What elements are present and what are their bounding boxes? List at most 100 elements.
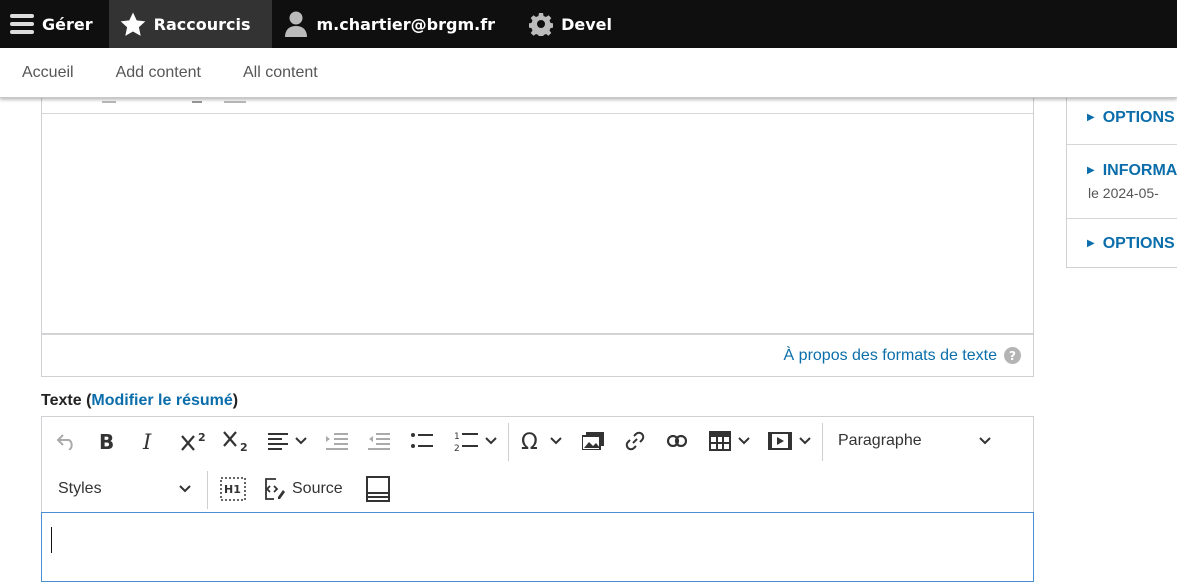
heading-id-button[interactable]: H1 [218, 473, 248, 505]
triangle-right-icon: ▶ [1087, 112, 1095, 123]
chevron-down-icon [799, 437, 811, 445]
entity-link-button[interactable] [662, 425, 692, 457]
superscript-button[interactable]: 2 [176, 425, 210, 457]
numbered-list-dropdown[interactable]: 12 [448, 425, 504, 457]
toolbar-separator [207, 471, 208, 509]
sidebar-item-label: OPTIONS [1102, 235, 1175, 252]
italic-icon: I [142, 431, 152, 451]
text-formats-link[interactable]: À propos des formats de texte [784, 347, 997, 365]
styles-dropdown-value: Styles [58, 480, 102, 497]
table-dropdown[interactable] [704, 425, 756, 457]
toolbar-remnant [224, 101, 246, 105]
sidebar-item-title[interactable]: ▶ OPTIONS [1087, 109, 1175, 127]
sidebar-item-subtitle: le 2024-05- [1088, 185, 1159, 201]
link-icon [625, 431, 645, 451]
numbered-list-icon: 12 [454, 432, 478, 452]
shortcuts-button[interactable]: Raccourcis [108, 0, 273, 48]
heading-dropdown-value: Paragraphe [838, 432, 922, 449]
heading-dropdown[interactable]: Paragraphe [838, 425, 992, 457]
toolbar-separator [822, 423, 823, 461]
triangle-right-icon: ▶ [1087, 238, 1095, 249]
indent-icon [326, 433, 348, 450]
svg-text:H1: H1 [224, 483, 241, 496]
toolbar-remnant [102, 101, 116, 105]
toolbar-remnant [192, 101, 202, 105]
tray-link-all-content[interactable]: All content [222, 64, 339, 82]
superscript-icon: 2 [181, 431, 206, 451]
outdent-icon [368, 433, 390, 450]
outdent-button[interactable] [364, 425, 394, 457]
indent-button[interactable] [322, 425, 352, 457]
undo-icon [56, 434, 73, 450]
paren-close: ) [232, 392, 239, 409]
shortcuts-label: Raccourcis [153, 14, 251, 34]
svg-text:2: 2 [198, 431, 206, 444]
source-code-icon [265, 478, 285, 500]
special-characters-dropdown[interactable]: Ω [518, 425, 566, 457]
chevron-down-icon [295, 437, 307, 445]
chevron-down-icon [179, 485, 191, 493]
triangle-right-icon: ▶ [1087, 165, 1095, 176]
bold-button[interactable]: B [92, 425, 122, 457]
field-label-text: Texte [41, 392, 82, 409]
sidebar-item-title[interactable]: ▶ OPTIONS [1087, 235, 1175, 253]
media-embed-dropdown[interactable] [764, 425, 816, 457]
svg-text:1: 1 [454, 432, 460, 442]
toolbar-separator [508, 423, 509, 461]
sidebar-item-title[interactable]: ▶ INFORMA [1087, 162, 1177, 180]
divider [42, 113, 1033, 114]
bulleted-list-button[interactable] [406, 425, 438, 457]
bulleted-list-icon [411, 433, 433, 448]
manage-menu-button[interactable]: Gérer [0, 0, 109, 48]
devel-menu-button[interactable]: Devel [515, 0, 628, 48]
sidebar-item-label: OPTIONS [1102, 109, 1175, 126]
help-icon[interactable]: ? [1004, 347, 1021, 364]
chevron-down-icon [550, 437, 562, 445]
subscript-button[interactable]: 2 [218, 425, 252, 457]
omega-icon: Ω [521, 430, 538, 452]
chevron-down-icon [979, 437, 991, 445]
previous-editor-area[interactable] [41, 78, 1034, 334]
main-content: À propos des formats de texte ? Texte (M… [0, 78, 1177, 582]
styles-dropdown[interactable]: Styles [58, 473, 192, 505]
bold-icon: B [99, 431, 114, 451]
body-field-label: Texte (Modifier le résumé) [41, 392, 238, 410]
sidebar-item-label: INFORMA [1102, 162, 1177, 179]
link-button[interactable] [620, 425, 650, 457]
chain-link-icon [667, 435, 687, 447]
show-blocks-icon [366, 476, 390, 502]
source-label: Source [292, 480, 343, 497]
sidebar-item-information[interactable]: ▶ INFORMA le 2024-05- [1067, 144, 1177, 218]
media-library-button[interactable] [578, 425, 608, 457]
show-blocks-button[interactable] [362, 473, 394, 505]
admin-toolbar: Gérer Raccourcis m.chartier@brgm.fr Deve… [0, 0, 1177, 48]
node-sidebar: ▶ OPTIONS ▶ INFORMA le 2024-05- ▶ OPTIONS [1066, 78, 1177, 268]
tray-link-home[interactable]: Accueil [0, 64, 95, 82]
editor-toolbar: B I 2 2 12 Ω Paragraphe Styles H1 Source [41, 416, 1034, 512]
subscript-icon: 2 [223, 431, 248, 453]
edit-summary-link[interactable]: Modifier le résumé [91, 392, 232, 409]
chevron-down-icon [738, 437, 750, 445]
source-button[interactable]: Source [262, 473, 346, 505]
undo-button[interactable] [52, 425, 82, 457]
manage-label: Gérer [42, 14, 93, 34]
text-caret [51, 527, 52, 553]
star-icon [120, 12, 145, 36]
chevron-down-icon [485, 437, 497, 445]
user-icon [285, 11, 308, 37]
user-menu-button[interactable]: m.chartier@brgm.fr [272, 0, 515, 48]
gear-icon [529, 13, 554, 36]
devel-label: Devel [561, 14, 612, 34]
user-label: m.chartier@brgm.fr [316, 14, 496, 34]
svg-text:Ω: Ω [521, 430, 538, 452]
text-format-footer: À propos des formats de texte ? [41, 334, 1034, 377]
italic-button[interactable]: I [134, 425, 164, 457]
svg-text:2: 2 [240, 441, 248, 453]
toolbar-row-2: Styles H1 Source [42, 465, 1033, 511]
sidebar-item-options-2[interactable]: ▶ OPTIONS [1067, 218, 1177, 268]
svg-text:2: 2 [454, 444, 460, 452]
heading-anchor-icon: H1 [220, 477, 246, 501]
alignment-dropdown[interactable] [262, 425, 314, 457]
tray-link-add-content[interactable]: Add content [95, 64, 222, 82]
shortcuts-tray: Accueil Add content All content [0, 48, 1177, 98]
